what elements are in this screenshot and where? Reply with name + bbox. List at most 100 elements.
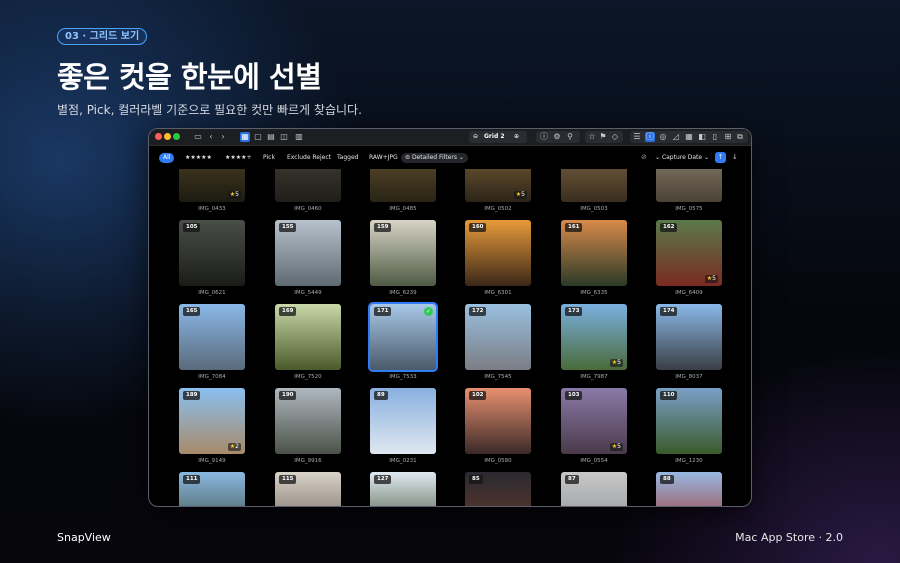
store-version: Mac App Store · 2.0	[735, 531, 843, 544]
photo-filename: IMG_0231	[389, 458, 417, 464]
section-badge: 03 · 그리드 보기	[57, 28, 148, 45]
photo-thumbnail[interactable]: 127	[370, 472, 436, 506]
clear-filter-icon[interactable]: ⊘	[641, 152, 647, 163]
filter-exclude-reject[interactable]: Exclude Reject	[283, 153, 335, 163]
photo-thumbnail[interactable]: 174	[656, 304, 722, 370]
photo-thumbnail[interactable]: 169	[275, 304, 341, 370]
filter-bar: All ★★★★★ ★★★★+ Pick Exclude Reject Tagg…	[149, 151, 751, 167]
back-icon[interactable]: ‹	[206, 132, 216, 142]
photo-filename: IMG_9916	[294, 458, 322, 464]
photo-thumbnail[interactable]: ★5	[179, 169, 245, 202]
photo-index-badge: 115	[279, 475, 297, 484]
sort-direction-icon[interactable]: ↓	[732, 152, 738, 163]
photo-index-badge: 165	[183, 307, 201, 316]
photo-thumbnail[interactable]: 88	[656, 472, 722, 506]
grid-size-control: ⊖ Grid 2 ⊕	[469, 131, 527, 143]
library-icon[interactable]: ▦	[684, 132, 694, 142]
photo-filename: IMG_6239	[389, 290, 417, 296]
metadata-icon[interactable]: ◧	[697, 132, 707, 142]
tag-icon[interactable]: ◇	[610, 132, 620, 142]
filter-tagged[interactable]: Tagged	[333, 153, 362, 163]
photo-thumbnail[interactable]	[561, 169, 627, 202]
photo-thumbnail[interactable]: 159	[370, 220, 436, 286]
photo-index-badge: 103	[565, 391, 583, 400]
document-icon[interactable]: ▯	[710, 132, 720, 142]
photo-thumbnail[interactable]: 89	[370, 388, 436, 454]
photo-thumbnail[interactable]	[656, 169, 722, 202]
photo-thumbnail[interactable]: 102	[465, 388, 531, 454]
checklist-icon[interactable]: ☰	[632, 132, 642, 142]
photo-thumbnail[interactable]	[275, 169, 341, 202]
info-panel-icon[interactable]: ⓘ	[645, 132, 655, 142]
photo-thumbnail[interactable]: 189 ★2	[179, 388, 245, 454]
photo-index-badge: 174	[660, 307, 678, 316]
photo-thumbnail[interactable]: 171 ✓	[368, 302, 438, 372]
single-view-icon[interactable]: ▢	[253, 132, 263, 142]
color-label-icon[interactable]: ◎	[658, 132, 668, 142]
zoom-in-icon[interactable]: ⊕	[514, 131, 519, 143]
photo-index-badge: 155	[279, 223, 297, 232]
photo-thumbnail[interactable]: 87	[561, 472, 627, 506]
photo-thumbnail[interactable]: ★5	[465, 169, 531, 202]
filmstrip-view-icon[interactable]: ▤	[266, 132, 276, 142]
grid-view-icon[interactable]: ▦	[240, 132, 250, 142]
photo-index-badge: 159	[374, 223, 392, 232]
histogram-icon[interactable]: ◿	[671, 132, 681, 142]
forward-icon[interactable]: ›	[218, 132, 228, 142]
detailed-filters-button[interactable]: ⊜ Detailed Filters ⌄	[401, 153, 468, 163]
rating-badge: ★2	[227, 443, 241, 451]
filter-raw-jpg[interactable]: RAW+JPG	[365, 153, 402, 163]
title-bar: ▭ ‹ › ▦ ▢ ▤ ◫ ▥ ⊖ Grid 2 ⊕ ⓘ ⚙ ⚲ ☆ ⚑ ◇ ☰…	[149, 129, 751, 146]
filter-five-stars[interactable]: ★★★★★	[181, 153, 216, 163]
flag-icon[interactable]: ⚑	[598, 132, 608, 142]
star-icon[interactable]: ☆	[587, 132, 597, 142]
photo-filename: IMG_0503	[580, 206, 608, 212]
photo-thumbnail[interactable]: 111	[179, 472, 245, 506]
info-icon[interactable]: ⓘ	[539, 132, 549, 142]
minimize-window-button[interactable]	[164, 133, 171, 140]
photo-index-badge: 173	[565, 307, 583, 316]
duplicate-icon[interactable]: ⧉	[735, 132, 745, 142]
grid-size-label: Grid 2	[484, 133, 505, 140]
photo-thumbnail[interactable]: 165	[179, 304, 245, 370]
photo-thumbnail[interactable]: 110	[656, 388, 722, 454]
photo-index-badge: 161	[565, 223, 583, 232]
photo-thumbnail[interactable]: 160	[465, 220, 531, 286]
photo-thumbnail[interactable]: 190	[275, 388, 341, 454]
photo-thumbnail[interactable]	[370, 169, 436, 202]
photo-index-badge: 105	[183, 223, 201, 232]
sort-ascending-button[interactable]: ↑	[715, 152, 726, 163]
photo-thumbnail[interactable]: 161	[561, 220, 627, 286]
zoom-out-icon[interactable]: ⊖	[473, 131, 478, 143]
photo-thumbnail[interactable]: 155	[275, 220, 341, 286]
photo-index-badge: 85	[469, 475, 483, 484]
pin-icon[interactable]: ⚲	[565, 132, 575, 142]
zoom-window-button[interactable]	[173, 133, 180, 140]
brand-name: SnapView	[57, 531, 111, 544]
photo-thumbnail[interactable]: 115	[275, 472, 341, 506]
adjust-icon[interactable]: ⚙	[552, 132, 562, 142]
app-window: ▭ ‹ › ▦ ▢ ▤ ◫ ▥ ⊖ Grid 2 ⊕ ⓘ ⚙ ⚲ ☆ ⚑ ◇ ☰…	[148, 128, 752, 507]
photo-filename: IMG_0485	[389, 206, 417, 212]
filter-four-plus-stars[interactable]: ★★★★+	[221, 153, 256, 163]
photo-index-badge: 111	[183, 475, 201, 484]
photo-thumbnail[interactable]: 85	[465, 472, 531, 506]
photo-thumbnail[interactable]: 162 ★5	[656, 220, 722, 286]
info-tools-group: ⓘ ⚙ ⚲	[536, 131, 580, 143]
photo-thumbnail[interactable]: 103 ★5	[561, 388, 627, 454]
filter-all[interactable]: All	[159, 153, 175, 163]
export-icon[interactable]: ⊞	[723, 132, 733, 142]
photo-filename: IMG_0460	[294, 206, 322, 212]
close-window-button[interactable]	[155, 133, 162, 140]
photo-thumbnail[interactable]: 172	[465, 304, 531, 370]
photo-grid: ★5 IMG_0433 IMG_0460 IMG_0485 ★5 IMG_0502 IMG_…	[149, 169, 751, 506]
compare-view-icon[interactable]: ◫	[279, 132, 289, 142]
photo-thumbnail[interactable]: 173 ★5	[561, 304, 627, 370]
filter-pick[interactable]: Pick	[259, 153, 279, 163]
sidebar-toggle-icon[interactable]: ▥	[294, 132, 304, 142]
sort-dropdown[interactable]: ⌄ Capture Date ⌄	[655, 153, 709, 163]
photo-filename: IMG_6409	[675, 290, 703, 296]
photo-thumbnail[interactable]: 105	[179, 220, 245, 286]
folder-icon[interactable]: ▭	[193, 132, 203, 142]
photo-filename: IMG_0580	[484, 458, 512, 464]
